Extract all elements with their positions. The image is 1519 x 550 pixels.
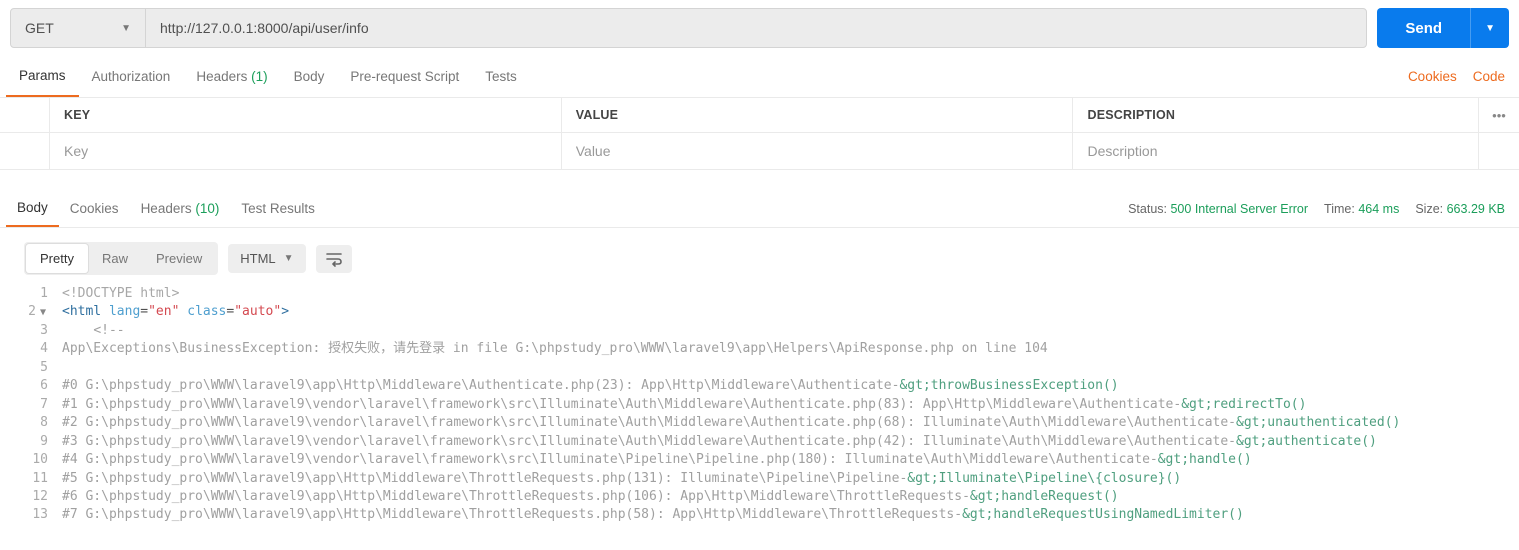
code-link[interactable]: Code — [1465, 57, 1513, 96]
status-meta: Status: 500 Internal Server Error — [1120, 202, 1316, 216]
url-input[interactable] — [146, 9, 1366, 47]
code-content: <!-- — [62, 322, 125, 340]
code-line: 9#3 G:\phpstudy_pro\WWW\laravel9\vendor\… — [0, 433, 1519, 451]
code-line: 5 — [0, 359, 1519, 377]
wrap-icon — [325, 250, 343, 268]
resp-tab-testresults[interactable]: Test Results — [230, 191, 326, 226]
send-button[interactable]: Send ▼ — [1377, 8, 1509, 48]
code-content: App\Exceptions\BusinessException: 授权失败，请… — [62, 340, 1048, 358]
tab-params[interactable]: Params — [6, 56, 79, 97]
desc-header: DESCRIPTION — [1073, 98, 1479, 132]
tab-headers[interactable]: Headers (1) — [183, 57, 280, 96]
code-line: 12#6 G:\phpstudy_pro\WWW\laravel9\app\Ht… — [0, 488, 1519, 506]
lang-select[interactable]: HTML ▼ — [228, 244, 305, 273]
time-value: 464 ms — [1358, 202, 1399, 216]
code-content: #2 G:\phpstudy_pro\WWW\laravel9\vendor\l… — [62, 414, 1400, 432]
line-number: 8 — [0, 414, 62, 432]
code-content: #6 G:\phpstudy_pro\WWW\laravel9\app\Http… — [62, 488, 1119, 506]
tab-body[interactable]: Body — [281, 57, 338, 96]
code-content: #0 G:\phpstudy_pro\WWW\laravel9\app\Http… — [62, 377, 1119, 395]
line-number: 13 — [0, 506, 62, 524]
chevron-down-icon: ▼ — [284, 253, 294, 264]
chevron-down-icon: ▼ — [121, 23, 131, 34]
view-pretty[interactable]: Pretty — [26, 244, 88, 273]
status-value: 500 Internal Server Error — [1170, 202, 1308, 216]
params-input-row — [0, 133, 1519, 170]
code-content: #4 G:\phpstudy_pro\WWW\laravel9\vendor\l… — [62, 451, 1252, 469]
fold-icon[interactable]: ▼ — [38, 306, 48, 320]
line-number: 4 — [0, 340, 62, 358]
value-input[interactable] — [576, 143, 1059, 159]
line-number: 9 — [0, 433, 62, 451]
cookies-link[interactable]: Cookies — [1400, 57, 1465, 96]
line-number: 7 — [0, 396, 62, 414]
send-dropdown[interactable]: ▼ — [1470, 8, 1509, 48]
line-number: 10 — [0, 451, 62, 469]
resp-tab-headers[interactable]: Headers (10) — [130, 191, 231, 226]
response-code[interactable]: 1<!DOCTYPE html>2▼<html lang="en" class=… — [0, 285, 1519, 531]
view-preview[interactable]: Preview — [142, 244, 216, 273]
size-meta: Size: 663.29 KB — [1407, 202, 1513, 216]
lang-label: HTML — [240, 251, 275, 266]
code-line: 2▼<html lang="en" class="auto"> — [0, 303, 1519, 321]
code-line: 8#2 G:\phpstudy_pro\WWW\laravel9\vendor\… — [0, 414, 1519, 432]
resp-tab-headers-label: Headers — [141, 201, 192, 216]
method-url-group: GET ▼ — [10, 8, 1367, 48]
params-table: KEY VALUE DESCRIPTION ••• — [0, 98, 1519, 170]
format-bar: Pretty Raw Preview HTML ▼ — [0, 228, 1519, 285]
resp-tab-cookies[interactable]: Cookies — [59, 191, 130, 226]
request-bar: GET ▼ Send ▼ — [0, 0, 1519, 56]
line-number: 11 — [0, 470, 62, 488]
code-line: 1<!DOCTYPE html> — [0, 285, 1519, 303]
line-number: 3 — [0, 322, 62, 340]
line-number: 12 — [0, 488, 62, 506]
code-line: 3 <!-- — [0, 322, 1519, 340]
code-content: <!DOCTYPE html> — [62, 285, 179, 303]
row-extra — [1479, 133, 1519, 169]
code-line: 7#1 G:\phpstudy_pro\WWW\laravel9\vendor\… — [0, 396, 1519, 414]
size-label: Size: — [1415, 202, 1443, 216]
code-line: 13#7 G:\phpstudy_pro\WWW\laravel9\app\Ht… — [0, 506, 1519, 524]
line-number: 6 — [0, 377, 62, 395]
code-content: #5 G:\phpstudy_pro\WWW\laravel9\app\Http… — [62, 470, 1181, 488]
tab-headers-label: Headers — [196, 69, 247, 84]
resp-tab-headers-count: (10) — [195, 201, 219, 216]
view-raw[interactable]: Raw — [88, 244, 142, 273]
row-handle — [0, 98, 50, 132]
method-label: GET — [25, 20, 54, 36]
tab-authorization[interactable]: Authorization — [79, 57, 184, 96]
value-header: VALUE — [562, 98, 1074, 132]
code-content: #3 G:\phpstudy_pro\WWW\laravel9\vendor\l… — [62, 433, 1377, 451]
response-tabs: Body Cookies Headers (10) Test Results S… — [0, 190, 1519, 228]
tab-prerequest[interactable]: Pre-request Script — [337, 57, 472, 96]
request-tabs: Params Authorization Headers (1) Body Pr… — [0, 56, 1519, 98]
view-mode-group: Pretty Raw Preview — [24, 242, 218, 275]
bulk-edit-icon[interactable]: ••• — [1479, 98, 1519, 132]
time-meta: Time: 464 ms — [1316, 202, 1407, 216]
line-number: 2▼ — [0, 303, 62, 321]
code-content: #1 G:\phpstudy_pro\WWW\laravel9\vendor\l… — [62, 396, 1306, 414]
wrap-lines-button[interactable] — [316, 245, 352, 273]
code-content: #7 G:\phpstudy_pro\WWW\laravel9\app\Http… — [62, 506, 1244, 524]
key-header: KEY — [50, 98, 562, 132]
status-label: Status: — [1128, 202, 1167, 216]
send-button-label: Send — [1377, 8, 1470, 48]
line-number: 1 — [0, 285, 62, 303]
code-line: 11#5 G:\phpstudy_pro\WWW\laravel9\app\Ht… — [0, 470, 1519, 488]
code-content: <html lang="en" class="auto"> — [62, 303, 289, 321]
line-number: 5 — [0, 359, 62, 377]
key-input[interactable] — [64, 143, 547, 159]
tab-headers-count: (1) — [251, 69, 268, 84]
code-line: 10#4 G:\phpstudy_pro\WWW\laravel9\vendor… — [0, 451, 1519, 469]
desc-input[interactable] — [1087, 143, 1464, 159]
time-label: Time: — [1324, 202, 1355, 216]
row-handle — [0, 133, 50, 169]
tab-tests[interactable]: Tests — [472, 57, 530, 96]
method-select[interactable]: GET ▼ — [11, 9, 146, 47]
size-value: 663.29 KB — [1447, 202, 1505, 216]
resp-tab-body[interactable]: Body — [6, 190, 59, 227]
code-line: 4App\Exceptions\BusinessException: 授权失败，… — [0, 340, 1519, 358]
code-line: 6#0 G:\phpstudy_pro\WWW\laravel9\app\Htt… — [0, 377, 1519, 395]
params-header-row: KEY VALUE DESCRIPTION ••• — [0, 98, 1519, 133]
